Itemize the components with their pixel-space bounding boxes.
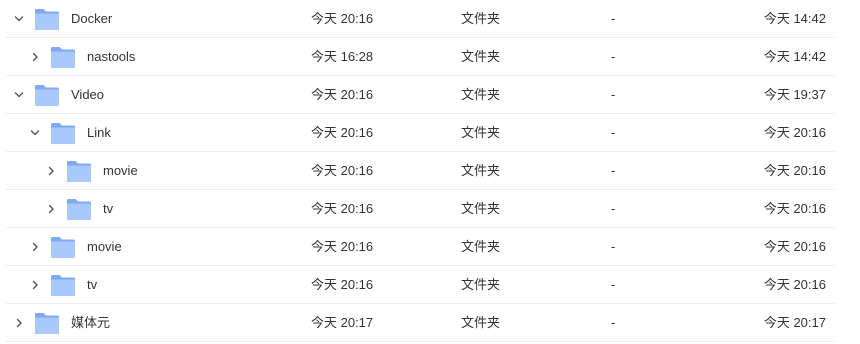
folder-icon — [66, 197, 92, 221]
item-size: - — [611, 201, 616, 216]
folder-name[interactable]: nastools — [87, 38, 135, 76]
item-size: - — [611, 11, 616, 26]
created-time: 今天 20:16 — [311, 163, 374, 178]
item-type: 文件夹 — [461, 277, 501, 292]
item-size: - — [611, 315, 616, 330]
item-size: - — [611, 239, 616, 254]
folder-icon — [50, 273, 76, 297]
folder-icon — [34, 7, 60, 31]
folder-name[interactable]: movie — [87, 228, 122, 266]
tree-row[interactable]: Link 今天 20:16 文件夹 - 今天 20:16 — [0, 114, 860, 152]
created-time: 今天 20:16 — [311, 125, 374, 140]
chevron-right-icon[interactable] — [12, 316, 26, 330]
folder-icon — [34, 83, 60, 107]
folder-icon — [50, 121, 76, 145]
item-type: 文件夹 — [461, 201, 501, 216]
chevron-right-icon[interactable] — [28, 278, 42, 292]
item-type: 文件夹 — [461, 239, 501, 254]
created-time: 今天 20:16 — [311, 277, 374, 292]
modified-time: 今天 14:42 — [763, 11, 826, 26]
item-type: 文件夹 — [461, 163, 501, 178]
file-tree: Docker 今天 20:16 文件夹 - 今天 14:42 nastools … — [0, 0, 860, 342]
item-type: 文件夹 — [461, 49, 501, 64]
item-size: - — [611, 87, 616, 102]
folder-icon — [50, 235, 76, 259]
chevron-right-icon[interactable] — [44, 164, 58, 178]
modified-time: 今天 20:16 — [763, 125, 826, 140]
created-time: 今天 20:16 — [311, 87, 374, 102]
created-time: 今天 20:16 — [311, 239, 374, 254]
folder-name[interactable]: tv — [103, 190, 113, 228]
chevron-right-icon[interactable] — [28, 240, 42, 254]
item-type: 文件夹 — [461, 87, 501, 102]
tree-row[interactable]: movie 今天 20:16 文件夹 - 今天 20:16 — [0, 228, 860, 266]
created-time: 今天 20:16 — [311, 201, 374, 216]
chevron-right-icon[interactable] — [28, 50, 42, 64]
created-time: 今天 20:16 — [311, 11, 374, 26]
folder-name[interactable]: 媒体元 — [71, 304, 110, 342]
tree-row[interactable]: nastools 今天 16:28 文件夹 - 今天 14:42 — [0, 38, 860, 76]
created-time: 今天 16:28 — [311, 49, 374, 64]
tree-row[interactable]: Video 今天 20:16 文件夹 - 今天 19:37 — [0, 76, 860, 114]
item-type: 文件夹 — [461, 125, 501, 140]
folder-name[interactable]: movie — [103, 152, 138, 190]
folder-name[interactable]: tv — [87, 266, 97, 304]
folder-icon — [34, 311, 60, 335]
item-type: 文件夹 — [461, 11, 501, 26]
tree-row[interactable]: movie 今天 20:16 文件夹 - 今天 20:16 — [0, 152, 860, 190]
modified-time: 今天 20:16 — [763, 201, 826, 216]
item-type: 文件夹 — [461, 315, 501, 330]
modified-time: 今天 19:37 — [763, 87, 826, 102]
chevron-down-icon[interactable] — [12, 88, 26, 102]
tree-row[interactable]: tv 今天 20:16 文件夹 - 今天 20:16 — [0, 266, 860, 304]
modified-time: 今天 14:42 — [763, 49, 826, 64]
chevron-right-icon[interactable] — [44, 202, 58, 216]
modified-time: 今天 20:16 — [763, 277, 826, 292]
folder-name[interactable]: Link — [87, 114, 111, 152]
folder-name[interactable]: Video — [71, 76, 104, 114]
folder-icon — [66, 159, 92, 183]
chevron-down-icon[interactable] — [28, 126, 42, 140]
item-size: - — [611, 163, 616, 178]
folder-icon — [50, 45, 76, 69]
tree-row[interactable]: 媒体元 今天 20:17 文件夹 - 今天 20:17 — [0, 304, 860, 342]
tree-row[interactable]: tv 今天 20:16 文件夹 - 今天 20:16 — [0, 190, 860, 228]
item-size: - — [611, 277, 616, 292]
folder-name[interactable]: Docker — [71, 0, 112, 38]
modified-time: 今天 20:17 — [763, 315, 826, 330]
item-size: - — [611, 125, 616, 140]
created-time: 今天 20:17 — [311, 315, 374, 330]
modified-time: 今天 20:16 — [763, 163, 826, 178]
modified-time: 今天 20:16 — [763, 239, 826, 254]
chevron-down-icon[interactable] — [12, 12, 26, 26]
item-size: - — [611, 49, 616, 64]
tree-row[interactable]: Docker 今天 20:16 文件夹 - 今天 14:42 — [0, 0, 860, 38]
